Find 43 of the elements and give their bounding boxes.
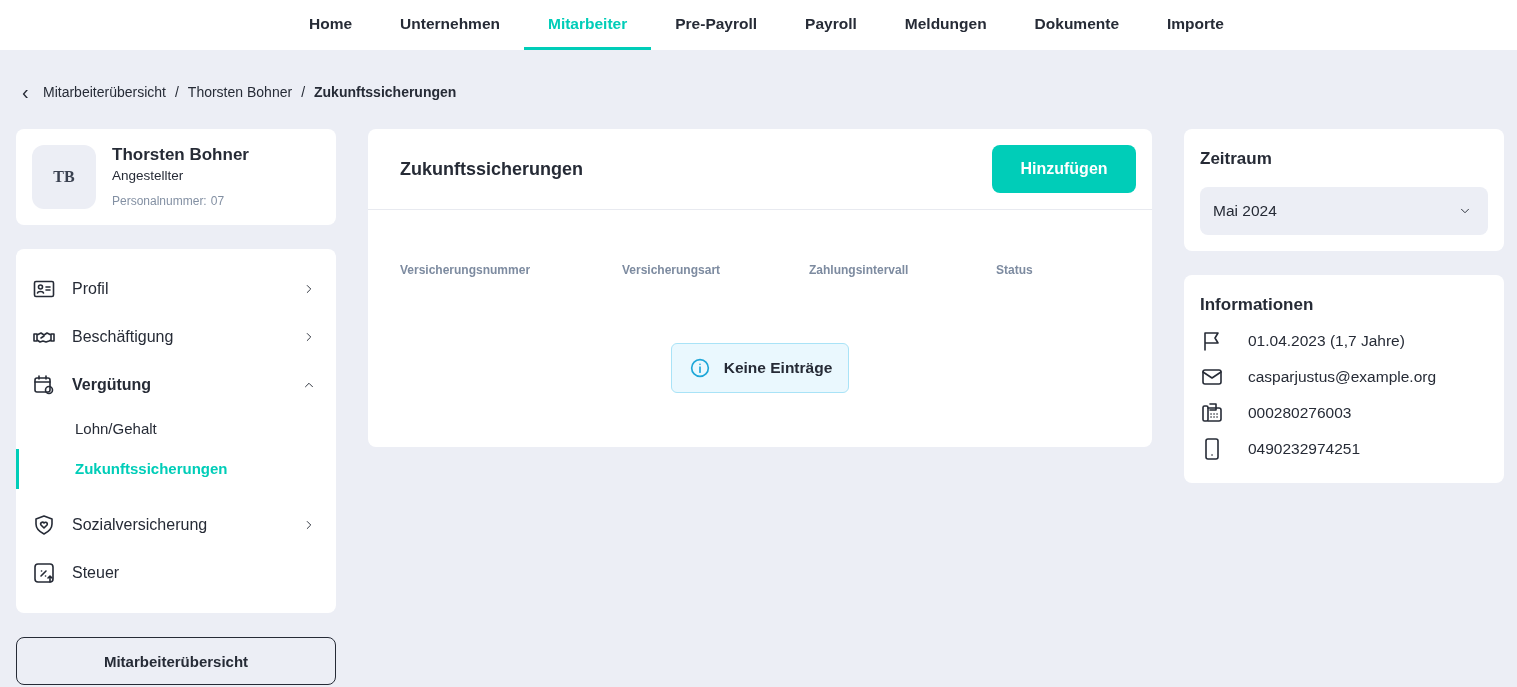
column-header: Status <box>996 263 1034 277</box>
breadcrumb-separator: / <box>301 84 305 100</box>
column-header: Versicherungsnummer <box>400 263 532 277</box>
overview-button[interactable]: Mitarbeiterübersicht <box>16 637 336 685</box>
menu-item[interactable]: Vergütung <box>16 361 336 409</box>
nav-tab[interactable]: Dokumente <box>1010 0 1143 50</box>
employee-role: Angestellter <box>112 168 185 183</box>
empty-message: Keine Einträge <box>670 343 850 393</box>
nav-tab[interactable]: Importe <box>1143 0 1248 50</box>
menu-item[interactable]: Sozialversicherung <box>16 501 336 549</box>
info-text: casparjustus@example.org <box>1248 368 1437 386</box>
back-link[interactable]: ‹ <box>22 85 34 99</box>
calendar-coin-icon <box>32 373 56 397</box>
menu-item[interactable]: Profil <box>16 265 336 313</box>
nav-tab[interactable]: Unternehmen <box>376 0 524 50</box>
info-title: Informationen <box>1200 295 1315 315</box>
info-text: 000280276003 <box>1248 404 1352 422</box>
menu-item[interactable]: Steuer <box>16 549 336 597</box>
personnel-number-label: Personalnummer: <box>112 194 207 208</box>
column-header: Zahlungsintervall <box>809 263 910 277</box>
breadcrumb-current: Zukunftssicherungen <box>314 84 457 100</box>
nav-tab[interactable]: Pre-Payroll <box>651 0 782 50</box>
employee-name: Thorsten Bohner <box>112 145 249 165</box>
period-title: Zeitraum <box>1200 149 1273 169</box>
breadcrumb-separator: / <box>174 84 179 100</box>
breadcrumb-link[interactable]: Thorsten Bohner <box>187 84 293 100</box>
avatar-initials: TB <box>32 145 96 209</box>
column-header: Versicherungsart <box>622 263 722 277</box>
submenu-item[interactable]: Lohn/Gehalt <box>16 409 336 449</box>
desk-phone-icon <box>1200 401 1224 425</box>
info-icon <box>689 358 710 378</box>
nav-tab[interactable]: Meldungen <box>880 0 1011 50</box>
info-text: 0490232974251 <box>1248 440 1361 458</box>
personnel-number: 07 <box>210 194 225 208</box>
shield-heart-icon <box>32 513 56 537</box>
nav-tab[interactable]: Home <box>285 0 377 50</box>
nav-tab[interactable]: Payroll <box>781 0 881 50</box>
menu-item[interactable]: Beschäftigung <box>16 313 336 361</box>
breadcrumb-link[interactable]: Mitarbeiterübersicht <box>43 84 166 100</box>
period-select[interactable]: Mai 2024 <box>1200 187 1488 235</box>
tax-percent-icon <box>32 561 56 585</box>
card-title: Zukunftssicherungen <box>400 158 583 180</box>
info-text: 01.04.2023 (1,7 Jahre) <box>1248 332 1405 350</box>
